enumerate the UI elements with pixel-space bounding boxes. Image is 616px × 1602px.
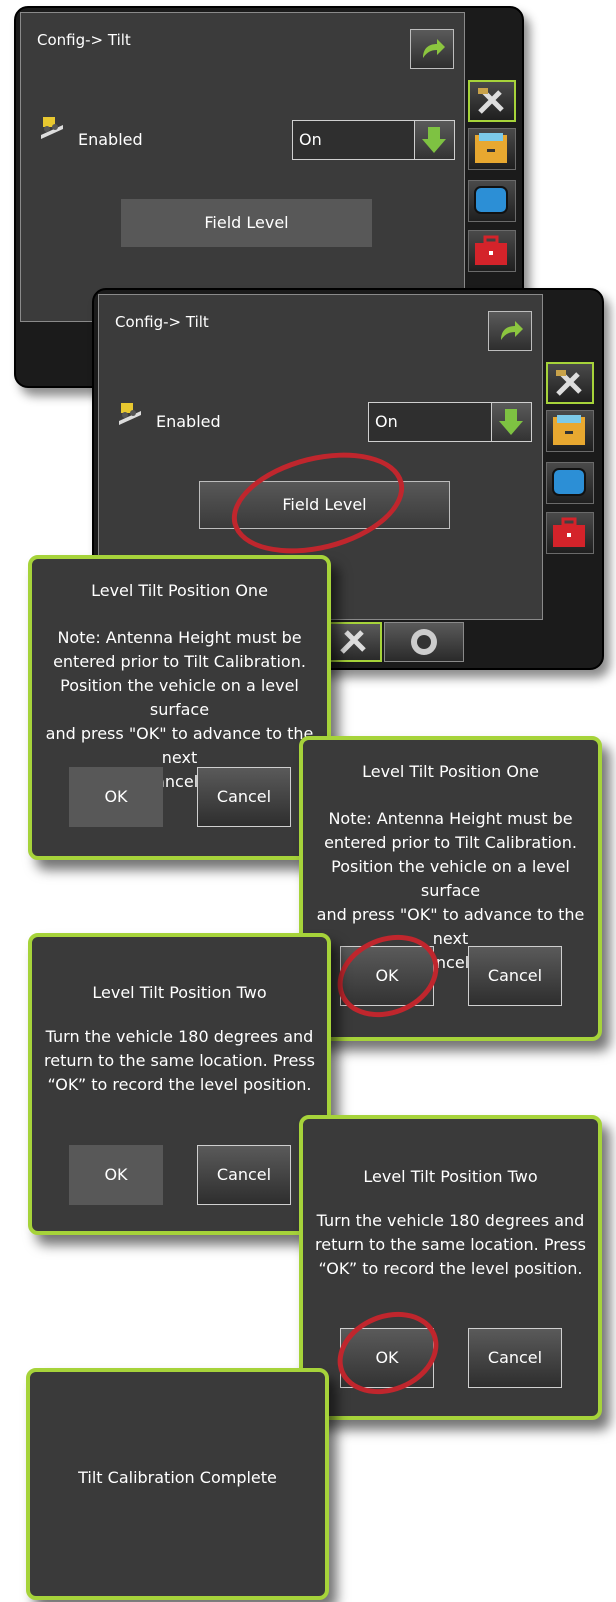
return-arrow-icon xyxy=(423,39,445,58)
wrench-hammer-icon xyxy=(556,370,582,396)
monitor-icon xyxy=(474,186,508,214)
enabled-label: Enabled xyxy=(156,412,221,431)
tilt-sensor-icon xyxy=(117,399,143,425)
bottom-tab-camera[interactable] xyxy=(384,622,464,662)
message-line: Note: Antenna Height must be xyxy=(57,628,302,647)
data-tab[interactable] xyxy=(468,128,516,170)
message-line: return to the same location. Press xyxy=(44,1051,315,1070)
dialog-message: Tilt Calibration Complete xyxy=(78,1468,277,1487)
camera-icon xyxy=(411,629,437,655)
field-level-button[interactable]: Field Level xyxy=(121,199,372,247)
toolbox-tab[interactable] xyxy=(468,230,516,272)
monitor-icon xyxy=(552,468,586,496)
data-tab[interactable] xyxy=(546,410,594,452)
cancel-button[interactable]: Cancel xyxy=(468,946,562,1006)
page-title: Config-> Tilt xyxy=(37,31,131,49)
message-line: entered prior to Tilt Calibration. xyxy=(53,652,306,671)
message-line: Position the vehicle on a level surface xyxy=(331,857,570,900)
page-title: Config-> Tilt xyxy=(115,313,209,331)
wrench-hammer-icon xyxy=(340,630,366,654)
dialog-title: Level Tilt Position One xyxy=(362,762,539,781)
cancel-button[interactable]: Cancel xyxy=(197,767,291,827)
dialog-message: Turn the vehicle 180 degrees and return … xyxy=(32,1025,327,1097)
wrench-hammer-icon xyxy=(478,88,504,114)
tools-tab[interactable] xyxy=(546,362,594,404)
enabled-label: Enabled xyxy=(78,130,143,149)
dialog-message: Turn the vehicle 180 degrees and return … xyxy=(303,1209,598,1281)
display-tab[interactable] xyxy=(546,462,594,504)
tools-tab[interactable] xyxy=(468,80,516,122)
toolbox-icon xyxy=(553,517,585,547)
message-line: entered prior to Tilt Calibration. xyxy=(324,833,577,852)
dialog-title: Level Tilt Position Two xyxy=(363,1167,538,1186)
back-button[interactable] xyxy=(410,29,454,69)
message-line: Turn the vehicle 180 degrees and xyxy=(316,1211,585,1230)
ok-button[interactable]: OK xyxy=(69,767,163,827)
display-tab[interactable] xyxy=(468,180,516,222)
message-line: return to the same location. Press xyxy=(315,1235,586,1254)
dialog-level-tilt-one: Level Tilt Position One Note: Antenna He… xyxy=(28,555,331,860)
toolbox-tab[interactable] xyxy=(546,512,594,554)
file-drawer-icon xyxy=(553,415,585,445)
message-line: Position the vehicle on a level surface xyxy=(60,676,299,719)
enabled-select-value: On xyxy=(375,412,398,431)
message-line: and press "OK" to advance to the next xyxy=(45,724,314,767)
message-line: and press "OK" to advance to the next xyxy=(316,905,585,948)
dialog-title: Level Tilt Position One xyxy=(91,581,268,600)
toolbox-icon xyxy=(475,235,507,265)
bottom-tab-tools[interactable] xyxy=(324,622,382,662)
dialog-title: Level Tilt Position Two xyxy=(92,983,267,1002)
file-drawer-icon xyxy=(475,133,507,163)
tilt-sensor-icon xyxy=(39,113,65,139)
message-line: Note: Antenna Height must be xyxy=(328,809,573,828)
return-arrow-icon xyxy=(501,321,523,340)
message-line: “OK” to record the level position. xyxy=(318,1259,583,1278)
cancel-button[interactable]: Cancel xyxy=(197,1145,291,1205)
dialog-level-tilt-two: Level Tilt Position Two Turn the vehicle… xyxy=(28,933,331,1235)
dropdown-arrow-icon[interactable] xyxy=(414,121,454,159)
dialog-calibration-complete: Tilt Calibration Complete xyxy=(26,1368,329,1600)
enabled-select[interactable]: On xyxy=(292,120,455,160)
back-button[interactable] xyxy=(488,311,532,351)
enabled-select[interactable]: On xyxy=(368,402,532,442)
message-line: Turn the vehicle 180 degrees and xyxy=(45,1027,314,1046)
ok-button[interactable]: OK xyxy=(69,1145,163,1205)
message-line: “OK” to record the level position. xyxy=(47,1075,312,1094)
enabled-select-value: On xyxy=(299,130,322,149)
cancel-button[interactable]: Cancel xyxy=(468,1328,562,1388)
dropdown-arrow-icon[interactable] xyxy=(491,403,531,441)
config-panel: Config-> Tilt Enabled On Field Level xyxy=(20,12,465,322)
